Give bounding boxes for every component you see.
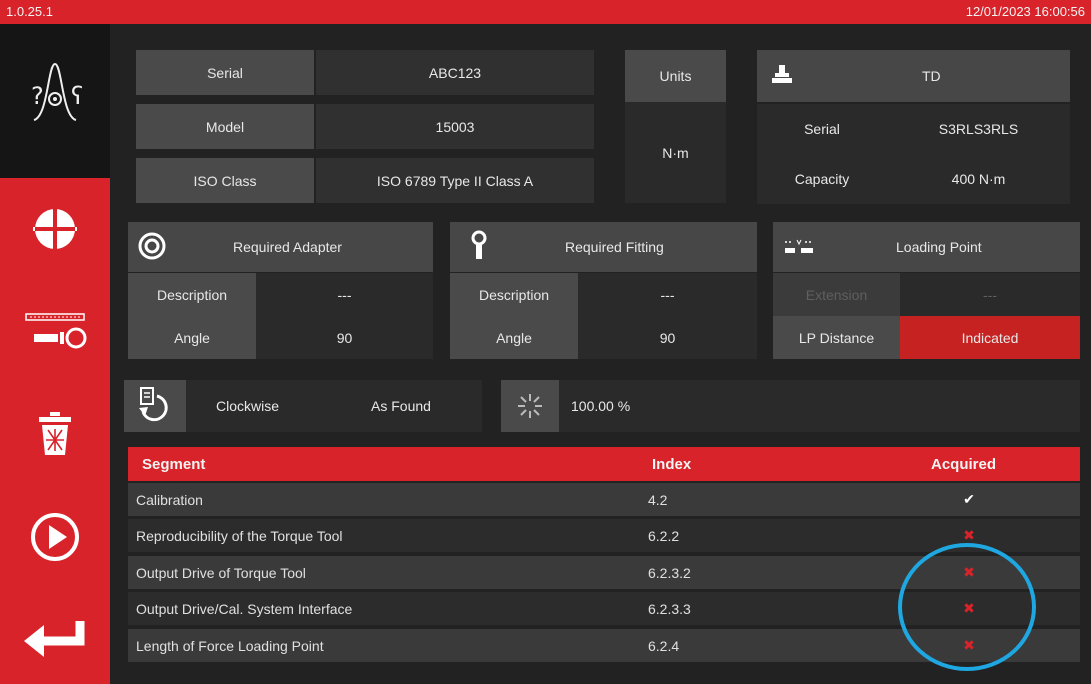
iso-class-label: ISO Class [136,158,314,203]
loading-point-icon [783,236,815,258]
status-bar: 1.0.25.1 12/01/2023 16:00:56 [0,0,1091,24]
units-label: Units [625,50,726,102]
adapter-icon [138,232,166,260]
segment-cell: Length of Force Loading Point [136,637,324,654]
wrench-transducer-icon [25,313,87,349]
trash-icon [39,412,71,455]
adapter-angle-value: 90 [256,316,433,359]
lp-distance-label: LP Distance [773,316,900,359]
index-cell: 6.2.4 [648,637,680,654]
mode-value: As Found [371,398,431,414]
fitting-desc-value: --- [578,273,757,316]
direction-button[interactable] [124,380,186,432]
transducer-name: TD [922,68,941,84]
index-cell: 6.2.3.3 [648,600,691,617]
app-logo: ? ʕ [0,24,110,178]
loading-point-header[interactable]: Loading Point [773,222,1080,272]
required-adapter-header[interactable]: Required Adapter [128,222,433,272]
lp-distance-value[interactable]: Indicated [900,316,1080,359]
iso-class-value: ISO 6789 Type II Class A [316,158,594,203]
index-cell: 6.2.3.2 [648,564,691,581]
col-index: Index [652,455,692,473]
extension-label: Extension [773,273,900,316]
table-header: Segment Index Acquired [128,447,1080,481]
clockwise-rotation-icon [139,387,168,422]
fitting-desc-label: Description [450,273,578,316]
segment-cell: Output Drive/Cal. System Interface [136,600,353,617]
burst-icon [518,394,542,418]
col-acquired: Acquired [931,455,997,473]
svg-text:?: ? [31,82,44,110]
index-cell: 4.2 [648,491,668,508]
bell-curve-logo-icon: ? ʕ [31,62,83,121]
units-value[interactable]: N·m [625,102,726,203]
crosshair-icon [33,207,77,251]
fitting-angle-value: 90 [578,316,757,359]
return-arrow-icon [24,621,85,657]
td-serial-label: Serial [757,104,887,154]
model-value: 15003 [316,104,594,149]
back-button[interactable] [0,604,110,674]
td-serial-value: S3RLS3RLS [887,104,1070,154]
direction-panel[interactable]: Clockwise As Found [186,380,482,432]
sidebar: ? ʕ [0,24,110,684]
highlight-circle [898,543,1036,671]
fitting-title: Required Fitting [565,239,664,255]
col-segment: Segment [142,455,206,473]
fitting-angle-label: Angle [450,316,578,359]
adapter-angle-label: Angle [128,316,256,359]
percent-value[interactable]: 100.00 % [559,380,1080,432]
serial-value: ABC123 [316,50,594,95]
segment-cell: Output Drive of Torque Tool [136,564,306,581]
td-capacity-label: Capacity [757,154,887,204]
loading-point-title: Loading Point [896,239,982,255]
run-button[interactable] [0,502,110,572]
table-row[interactable]: Calibration 4.2 ✔ [128,483,1080,516]
target-button[interactable] [0,194,110,264]
adapter-desc-label: Description [128,273,256,316]
rotation-value: Clockwise [216,398,280,414]
transducer-icon [771,64,793,86]
td-capacity-value: 400 N·m [887,154,1070,204]
model-label: Model [136,104,314,149]
adapter-setup-button[interactable] [0,294,110,364]
check-icon: ✔ [963,491,975,507]
adapter-desc-value: --- [256,273,433,316]
transducer-header[interactable]: TD [757,50,1070,102]
segment-cell: Reproducibility of the Torque Tool [136,527,343,544]
required-fitting-header[interactable]: Required Fitting [450,222,757,272]
fitting-icon [470,230,488,262]
percent-button[interactable] [501,380,559,432]
software-version: 1.0.25.1 [6,4,53,19]
svg-text:ʕ: ʕ [71,82,83,110]
date-time: 12/01/2023 16:00:56 [965,4,1085,19]
delete-button[interactable] [0,399,110,469]
adapter-title: Required Adapter [233,239,342,255]
segment-cell: Calibration [136,491,203,508]
serial-label: Serial [136,50,314,95]
extension-value: --- [900,273,1080,316]
index-cell: 6.2.2 [648,527,680,544]
play-icon [31,513,79,561]
